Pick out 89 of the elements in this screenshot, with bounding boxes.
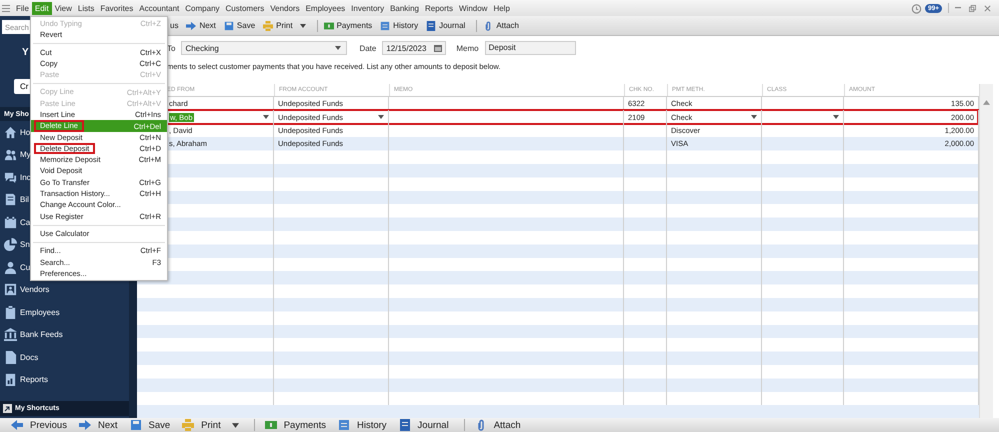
menu-item[interactable]: Accountant — [136, 2, 182, 14]
menu-item[interactable]: Inventory — [348, 2, 388, 14]
toolbar-button[interactable]: Payments — [248, 419, 329, 431]
caret-icon[interactable] — [378, 115, 384, 120]
caret-icon — [335, 46, 342, 50]
toolbar-button[interactable]: Previous — [8, 419, 70, 431]
home-icon[interactable] — [4, 126, 17, 139]
sidebar-item[interactable]: Ca — [20, 218, 30, 227]
shortcut-icon — [3, 404, 12, 413]
calendar-icon[interactable] — [4, 216, 17, 229]
menu-item[interactable]: Employees — [302, 2, 348, 14]
sidebar-item[interactable]: Vendors — [20, 285, 50, 294]
toolbar-button[interactable]: Attach — [470, 20, 522, 32]
menu-item[interactable]: Reports — [422, 2, 456, 14]
toolbar-button[interactable]: Save — [126, 419, 174, 431]
date-label: Date — [359, 44, 376, 52]
minimize-icon[interactable] — [955, 7, 961, 9]
caret-icon[interactable] — [833, 115, 839, 120]
framed-person-icon[interactable] — [4, 283, 17, 296]
toolbar-button[interactable]: History — [377, 20, 422, 30]
sidebar-item[interactable]: Cu — [20, 262, 30, 272]
memo-label: Memo — [456, 44, 479, 52]
arrow-right-icon — [78, 419, 91, 431]
arrow-right-icon — [186, 20, 196, 30]
pie-chart-icon[interactable] — [4, 238, 17, 252]
journal-icon — [398, 419, 411, 431]
arrow-left-icon — [11, 419, 23, 431]
toolbar-button[interactable]: Next — [76, 419, 121, 431]
calendar-icon[interactable] — [434, 44, 442, 52]
caret-icon[interactable] — [300, 24, 306, 28]
sidebar-item[interactable]: Reports — [20, 375, 48, 384]
toolbar-button[interactable]: Attach — [458, 419, 524, 431]
sidebar-item[interactable]: My — [20, 150, 31, 160]
sidebar-item[interactable]: Ho — [20, 128, 30, 137]
alarm-clock-icon[interactable] — [910, 2, 922, 14]
toolbar-button[interactable]: us — [167, 21, 182, 30]
menu-item[interactable]: View — [52, 2, 75, 14]
paperclip-icon — [483, 20, 494, 30]
caret-icon[interactable] — [232, 422, 239, 428]
toolbar-button[interactable]: Payments — [310, 20, 376, 32]
bill-icon[interactable] — [4, 193, 17, 206]
caret-icon[interactable] — [263, 115, 269, 120]
menu-item[interactable]: File — [13, 2, 32, 14]
clipboard-icon[interactable] — [4, 306, 17, 319]
menu-item[interactable]: Edit — [32, 2, 52, 14]
money-icon — [264, 419, 277, 431]
toolbar-button[interactable]: Print — [179, 419, 242, 431]
person-icon[interactable] — [4, 260, 17, 274]
sidebar-item[interactable]: Docs — [20, 352, 38, 362]
restore-icon[interactable] — [969, 4, 976, 12]
date-field[interactable]: 12/15/2023 — [382, 41, 446, 55]
company-name: Y — [22, 47, 29, 58]
menu-item[interactable]: Vendors — [267, 2, 303, 14]
chat-icon[interactable] — [4, 170, 17, 184]
menu-item[interactable]: Window — [456, 2, 490, 14]
people-icon[interactable] — [4, 148, 17, 162]
sidebar-item[interactable]: Employees — [20, 308, 60, 317]
sidebar-item[interactable]: Inc — [20, 172, 31, 182]
menu-item[interactable]: Company — [182, 2, 223, 14]
menu-item[interactable]: Favorites — [97, 2, 136, 14]
toolbar-button[interactable]: History — [334, 419, 390, 431]
menu-item[interactable]: Lists — [74, 2, 98, 14]
to-label: To — [167, 44, 176, 52]
toolbar-button[interactable]: Journal — [423, 20, 468, 30]
toolbar-button[interactable]: Next — [183, 20, 219, 30]
toolbar-button[interactable]: Save — [220, 20, 258, 30]
printer-icon — [263, 20, 274, 30]
report-icon[interactable] — [4, 373, 17, 386]
toolbar-button[interactable]: Print — [260, 20, 309, 30]
sidebar-item[interactable]: Sn — [20, 240, 30, 250]
document-icon[interactable] — [4, 350, 17, 364]
document-icon — [380, 20, 390, 30]
account-dropdown[interactable]: Checking — [181, 41, 348, 55]
printer-icon — [182, 419, 194, 431]
money-icon — [324, 20, 334, 30]
sidebar-item[interactable]: Bank Feeds — [20, 330, 63, 340]
memo-field[interactable]: Deposit — [484, 41, 576, 55]
sidebar-item[interactable]: Bil — [20, 195, 29, 204]
menu-item[interactable]: Customers — [222, 2, 268, 14]
close-icon[interactable] — [984, 4, 991, 12]
journal-icon — [426, 20, 436, 30]
scrollbar[interactable] — [979, 84, 993, 418]
caret-icon[interactable] — [751, 115, 757, 120]
app-menu-icon[interactable] — [2, 4, 10, 12]
document-icon — [338, 419, 350, 431]
menu-item[interactable]: Banking — [387, 2, 422, 14]
menu-item[interactable]: Help — [490, 2, 513, 14]
toolbar-button[interactable]: Journal — [396, 419, 452, 431]
bank-icon[interactable] — [4, 328, 17, 342]
